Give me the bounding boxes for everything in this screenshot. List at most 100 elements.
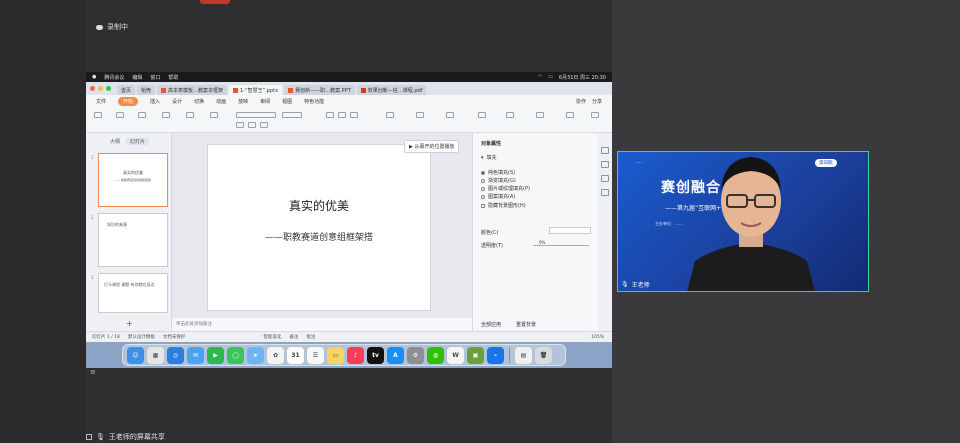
properties-icon[interactable] [601, 147, 609, 154]
fill-option-picture[interactable]: 图片或纹理填充(P) [481, 185, 530, 192]
menu-edit[interactable]: 编辑 [132, 74, 142, 81]
slide-subtitle[interactable]: ——职教赛道创意组框架搭 [208, 230, 430, 243]
italic-icon[interactable] [248, 122, 256, 128]
font-size-select[interactable] [282, 112, 302, 118]
dock-wps-icon[interactable]: W [447, 346, 464, 364]
dock-notes-icon[interactable]: ▭ [327, 346, 344, 364]
protection-status[interactable]: 文档未保护 [163, 334, 186, 340]
dock-launchpad-icon[interactable]: ▦ [147, 346, 164, 364]
location-icon[interactable] [601, 189, 609, 196]
cut-icon[interactable] [116, 112, 124, 118]
new-slide-icon[interactable] [162, 112, 170, 118]
dock-settings-icon[interactable]: ⚙ [407, 346, 424, 364]
dock-app-store-icon[interactable]: A [387, 346, 404, 364]
prop-section[interactable]: ▾ 填充 [481, 154, 497, 162]
screen-share-bar[interactable]: 🎙 王老师的屏幕共享 [86, 431, 165, 443]
dock-calendar-icon[interactable]: 31 [287, 346, 304, 364]
tab-doc-1[interactable]: 高本表模板…教案本框架 [157, 85, 228, 95]
ribbon-tab-transition[interactable]: 切换 [194, 98, 204, 105]
slide-thumb-1[interactable]: 真实的优美 ——职教赛道创意组框架搭 [98, 153, 168, 207]
tab-doc-4[interactable]: 效果创新—信…课程.pdf [356, 85, 427, 95]
menubar-clock[interactable]: 6月31日 周三 20:30 [559, 74, 606, 81]
collab-button[interactable]: 协作 [576, 98, 586, 105]
slide-thumb-2[interactable]: 知识的来源 [98, 213, 168, 267]
wifi-icon[interactable]: ◠ [538, 74, 542, 80]
fill-icon[interactable] [506, 112, 514, 118]
tab-slides[interactable]: 幻灯片 [126, 138, 150, 145]
play-from-here-tooltip[interactable]: ▶ 从幕开的位置播放 [404, 140, 460, 153]
ribbon-tab-view[interactable]: 视图 [282, 98, 292, 105]
recording-indicator[interactable]: 录制中 [96, 22, 128, 32]
tab-doc-2[interactable]: 1-“智慧王”.pptx [229, 85, 283, 95]
menu-app[interactable]: 腾讯会议 [104, 74, 124, 81]
format-painter-icon[interactable] [138, 112, 146, 118]
dock-mail-icon[interactable]: ✉ [187, 346, 204, 364]
ribbon-tab-file[interactable]: 文件 [96, 98, 106, 105]
tab-docer[interactable]: 稻壳 [137, 85, 156, 95]
current-slide[interactable]: 真实的优美 ——职教赛道创意组框架搭 [207, 144, 431, 311]
zoom-level[interactable]: 105% [591, 335, 604, 340]
ribbon-tab-features[interactable]: 特色功能 [304, 98, 324, 105]
zoom-window-icon[interactable] [106, 86, 111, 91]
replace-icon[interactable] [566, 112, 574, 118]
reset-icon[interactable] [210, 112, 218, 118]
textbox-icon[interactable] [386, 112, 394, 118]
arrange-icon[interactable] [446, 112, 454, 118]
dock-maps-icon[interactable]: ➤ [247, 346, 264, 364]
ribbon-tab-design[interactable]: 设计 [172, 98, 182, 105]
fill-option-solid[interactable]: 纯色填充(S) [481, 169, 515, 176]
ribbon-tab-insert[interactable]: 插入 [150, 98, 160, 105]
font-select[interactable] [236, 112, 276, 118]
battery-icon[interactable]: ▭ [548, 74, 553, 80]
dock-document-icon[interactable]: ▤ [515, 346, 532, 364]
dock-reminders-icon[interactable]: ☰ [307, 346, 324, 364]
dock-minecraft-icon[interactable]: ▣ [467, 346, 484, 364]
tab-outline[interactable]: 大纲 [110, 138, 120, 145]
dock-wechat-icon[interactable]: ◍ [427, 346, 444, 364]
bold-icon[interactable] [236, 122, 244, 128]
design-icon[interactable] [601, 161, 609, 168]
ribbon-tab-review[interactable]: 审阅 [260, 98, 270, 105]
picture-icon[interactable] [478, 112, 486, 118]
dock-messages-icon[interactable]: ◯ [227, 346, 244, 364]
minimize-window-icon[interactable] [98, 86, 103, 91]
comments-button[interactable]: 批注 [306, 334, 315, 340]
dock-trash-icon[interactable]: 🗑 [535, 346, 552, 364]
layout-icon[interactable] [186, 112, 194, 118]
paste-icon[interactable] [94, 112, 102, 118]
fill-option-pattern[interactable]: 图案填充(A) [481, 193, 515, 200]
webcam-tile[interactable]: …… 第四期 赛创融合 启程学 ——第九届“互联网+” ……能力提升 主办单位：… [617, 151, 869, 292]
apple-icon[interactable]: ● [92, 74, 96, 80]
select-icon[interactable] [591, 112, 599, 118]
sidebar-toggle-icon[interactable]: ≡ [90, 368, 100, 376]
fill-option-gradient[interactable]: 渐变填充(G) [481, 177, 516, 184]
find-icon[interactable] [536, 112, 544, 118]
close-window-icon[interactable] [90, 86, 95, 91]
dock-facetime-icon[interactable]: ▶ [207, 346, 224, 364]
align-right-icon[interactable] [350, 112, 358, 118]
share-button[interactable]: 分享 [592, 98, 602, 105]
tab-doc-3[interactable]: 赛创新——职…教案.PPT [284, 85, 355, 95]
menu-window[interactable]: 窗口 [150, 74, 160, 81]
shapes-icon[interactable] [416, 112, 424, 118]
dock-music-icon[interactable]: ♪ [347, 346, 364, 364]
slide-title[interactable]: 真实的优美 [208, 197, 430, 214]
notes-area[interactable]: 单击此处添加备注 [172, 318, 472, 331]
beautify-button[interactable]: 智能美化 [263, 334, 281, 340]
dock-tv-icon[interactable]: tv [367, 346, 384, 364]
apply-all-button[interactable]: 全部应用 [481, 321, 501, 328]
tab-home[interactable]: 首页 [117, 85, 136, 95]
dock-photos-icon[interactable]: ✿ [267, 346, 284, 364]
hide-bg-checkbox[interactable]: 隐藏背景图形(H) [481, 202, 526, 209]
slide-thumb-3[interactable]: 打卡课程 课题 有你就在身边 [98, 273, 168, 313]
dock-safari-icon[interactable]: ◎ [167, 346, 184, 364]
align-left-icon[interactable] [326, 112, 334, 118]
reset-bg-button[interactable]: 重置背景 [516, 321, 536, 328]
add-slide-icon[interactable]: + [126, 319, 133, 328]
notes-button[interactable]: 备注 [289, 334, 298, 340]
dock-finder-icon[interactable]: ☺ [127, 346, 144, 364]
dock-tencent-meeting-icon[interactable]: ⌁ [487, 346, 504, 364]
ribbon-tab-home[interactable]: 开始 [118, 96, 139, 106]
menu-help[interactable]: 帮助 [168, 74, 178, 81]
transparency-slider[interactable] [533, 245, 589, 246]
